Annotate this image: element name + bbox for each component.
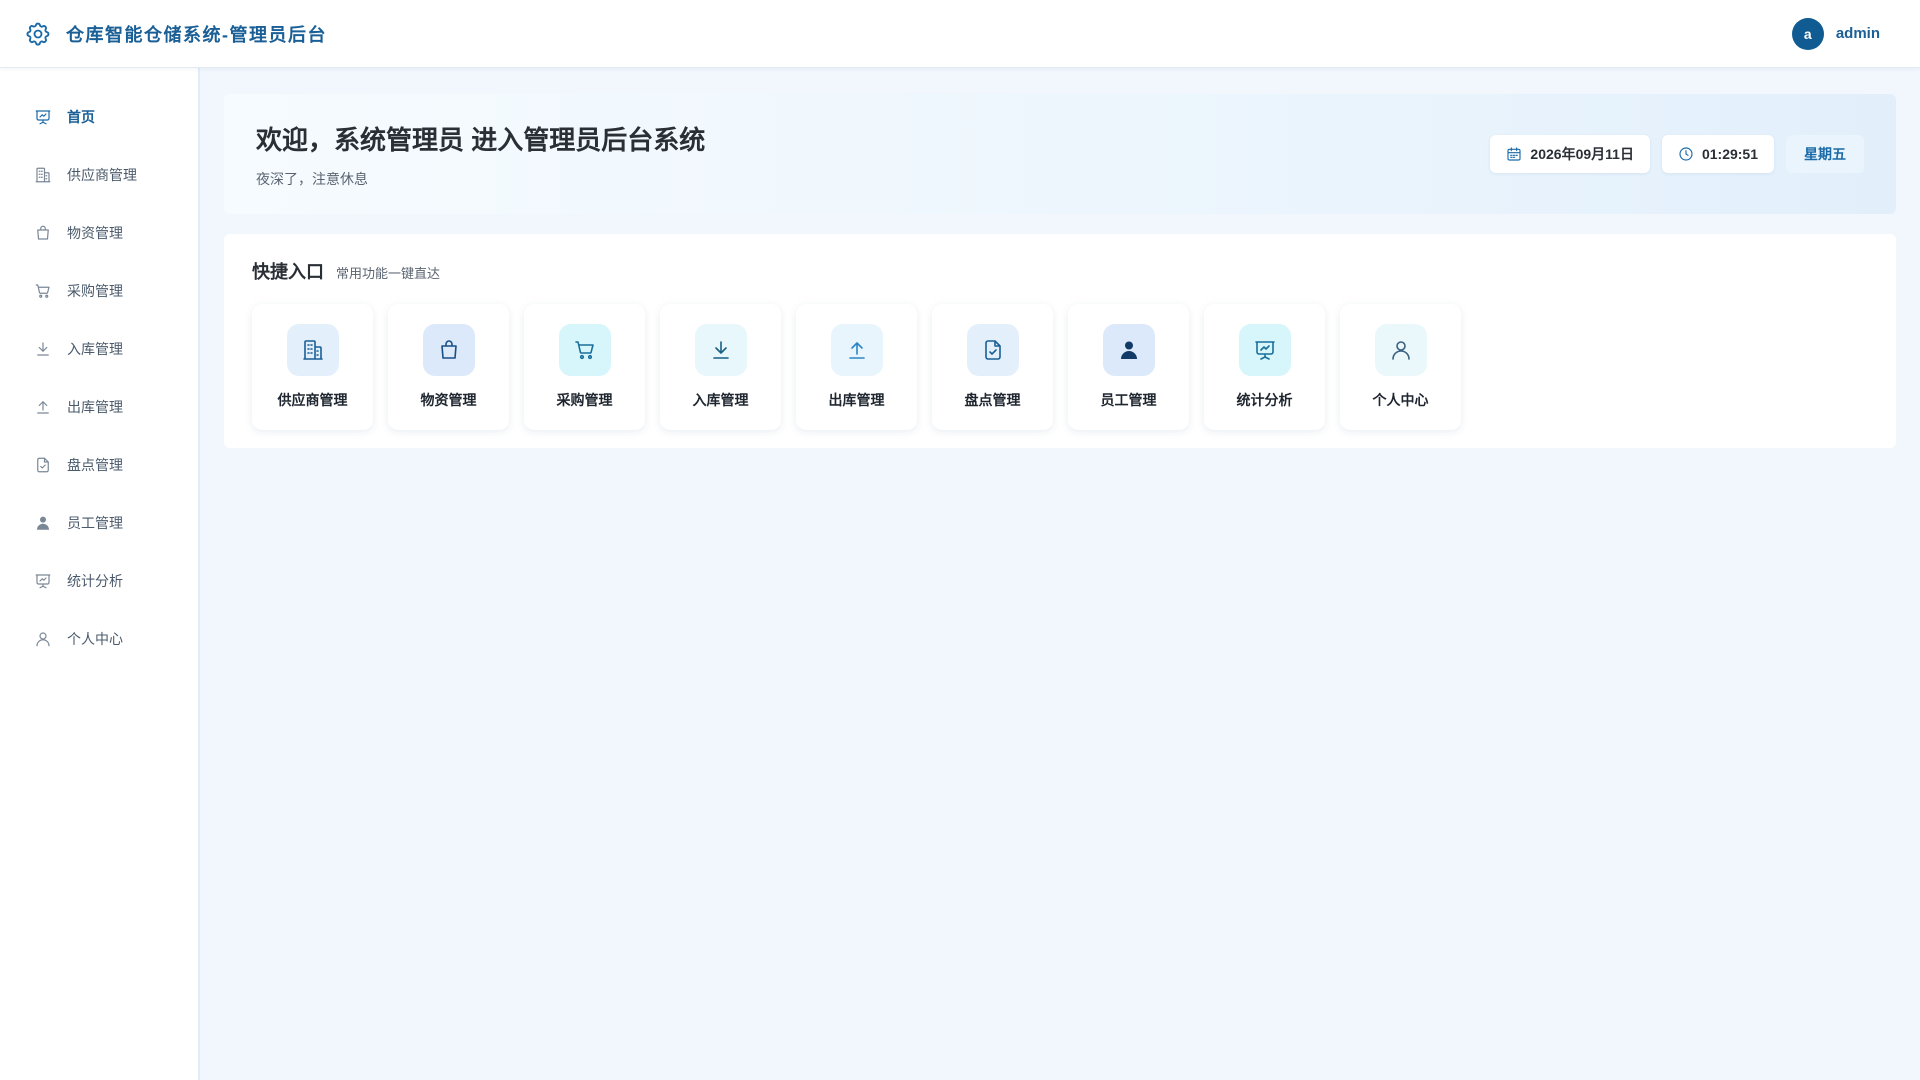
- sidebar: 首页 供应商管理 物资管理 采购管理 入库管理 出库管理 盘点管理 员工管理 统…: [0, 68, 200, 1080]
- quick-card-icon-box: [422, 324, 475, 376]
- cart-icon: [573, 338, 597, 362]
- date-chip: 2026年09月11日: [1490, 135, 1650, 173]
- quick-card-icon-box: [694, 324, 747, 376]
- top-header: 仓库智能仓储系统-管理员后台 a admin: [0, 0, 1920, 68]
- presentation-chart-icon: [34, 572, 52, 590]
- quick-card-label: 员工管理: [1100, 392, 1157, 408]
- upload-icon: [845, 338, 869, 362]
- sidebar-item-label: 出库管理: [67, 399, 123, 415]
- quick-card-suppliers[interactable]: 供应商管理: [252, 304, 373, 430]
- quick-card-stocktake[interactable]: 盘点管理: [932, 304, 1053, 430]
- sidebar-item-label: 供应商管理: [67, 167, 137, 183]
- sidebar-item-label: 采购管理: [67, 283, 123, 299]
- quick-card-outbound[interactable]: 出库管理: [796, 304, 917, 430]
- weekday-chip: 星期五: [1786, 135, 1864, 173]
- username[interactable]: admin: [1836, 25, 1880, 42]
- sidebar-item-label: 首页: [67, 109, 95, 125]
- user-outline-icon: [34, 630, 52, 648]
- download-icon: [34, 340, 52, 358]
- sidebar-item-label: 物资管理: [67, 225, 123, 241]
- gear-icon: [24, 20, 52, 48]
- quick-card-profile[interactable]: 个人中心: [1340, 304, 1461, 430]
- building-icon: [301, 338, 325, 362]
- sidebar-item-employees[interactable]: 员工管理: [0, 494, 198, 552]
- cart-icon: [34, 282, 52, 300]
- quick-card-icon-box: [1102, 324, 1155, 376]
- quick-card-icon-box: [286, 324, 339, 376]
- date-text: 2026年09月11日: [1530, 146, 1634, 162]
- sidebar-item-label: 统计分析: [67, 573, 123, 589]
- quick-card-icon-box: [1374, 324, 1427, 376]
- quick-card-label: 采购管理: [556, 392, 613, 408]
- quick-card-icon-box: [1238, 324, 1291, 376]
- document-check-icon: [34, 456, 52, 474]
- quick-card-inbound[interactable]: 入库管理: [660, 304, 781, 430]
- brand: 仓库智能仓储系统-管理员后台: [24, 20, 327, 48]
- welcome-banner: 欢迎，系统管理员 进入管理员后台系统 夜深了，注意休息 2026年09月11日 …: [224, 94, 1896, 214]
- building-icon: [34, 166, 52, 184]
- welcome-subtitle: 夜深了，注意休息: [256, 170, 368, 187]
- sidebar-item-home[interactable]: 首页: [0, 88, 198, 146]
- quick-access-cards: 供应商管理 物资管理 采购管理 入库管理 出库管理 盘点管理 员工管理 统计分析…: [252, 304, 1868, 430]
- clock-icon: [1678, 146, 1694, 162]
- quick-card-label: 个人中心: [1372, 392, 1429, 408]
- quick-card-icon-box: [830, 324, 883, 376]
- quick-card-icon-box: [966, 324, 1019, 376]
- quick-card-label: 统计分析: [1236, 392, 1293, 408]
- quick-card-label: 物资管理: [420, 392, 477, 408]
- user-solid-icon: [34, 514, 52, 532]
- time-chip: 01:29:51: [1661, 135, 1774, 173]
- presentation-chart-icon: [1253, 338, 1277, 362]
- user-outline-icon: [1389, 338, 1413, 362]
- shopping-bag-icon: [437, 338, 461, 362]
- main-content: 欢迎，系统管理员 进入管理员后台系统 夜深了，注意休息 2026年09月11日 …: [224, 94, 1896, 448]
- datetime-chips: 2026年09月11日 01:29:51 星期五: [1490, 135, 1864, 173]
- quick-access-subtitle: 常用功能一键直达: [336, 266, 441, 281]
- quick-card-purchasing[interactable]: 采购管理: [524, 304, 645, 430]
- app-title: 仓库智能仓储系统-管理员后台: [66, 24, 327, 45]
- user-menu[interactable]: a admin: [1791, 17, 1896, 50]
- quick-card-label: 盘点管理: [964, 392, 1021, 408]
- sidebar-item-outbound[interactable]: 出库管理: [0, 378, 198, 436]
- sidebar-item-suppliers[interactable]: 供应商管理: [0, 146, 198, 204]
- welcome-title: 欢迎，系统管理员 进入管理员后台系统: [256, 124, 706, 155]
- quick-card-statistics[interactable]: 统计分析: [1204, 304, 1325, 430]
- sidebar-item-label: 入库管理: [67, 341, 123, 357]
- presentation-chart-icon: [34, 108, 52, 126]
- calendar-icon: [1506, 146, 1522, 162]
- sidebar-item-profile[interactable]: 个人中心: [0, 610, 198, 668]
- weekday-text: 星期五: [1804, 146, 1846, 162]
- upload-icon: [34, 398, 52, 416]
- shopping-bag-icon: [34, 224, 52, 242]
- quick-card-materials[interactable]: 物资管理: [388, 304, 509, 430]
- quick-card-label: 供应商管理: [277, 392, 348, 408]
- quick-card-employees[interactable]: 员工管理: [1068, 304, 1189, 430]
- sidebar-item-purchasing[interactable]: 采购管理: [0, 262, 198, 320]
- welcome-text: 欢迎，系统管理员 进入管理员后台系统 夜深了，注意休息: [256, 120, 705, 189]
- quick-access-title: 快捷入口: [252, 262, 324, 282]
- quick-card-label: 出库管理: [828, 392, 885, 408]
- sidebar-item-inbound[interactable]: 入库管理: [0, 320, 198, 378]
- user-solid-icon: [1117, 338, 1141, 362]
- time-text: 01:29:51: [1701, 146, 1758, 162]
- sidebar-item-materials[interactable]: 物资管理: [0, 204, 198, 262]
- download-icon: [709, 338, 733, 362]
- quick-access-panel: 快捷入口 常用功能一键直达 供应商管理 物资管理 采购管理 入库管理 出库管理 …: [224, 234, 1896, 448]
- sidebar-item-label: 盘点管理: [67, 457, 123, 473]
- sidebar-item-label: 个人中心: [67, 631, 123, 647]
- quick-card-label: 入库管理: [692, 392, 749, 408]
- quick-access-header: 快捷入口 常用功能一键直达: [252, 258, 1868, 284]
- sidebar-item-stocktake[interactable]: 盘点管理: [0, 436, 198, 494]
- sidebar-item-label: 员工管理: [67, 515, 123, 531]
- avatar[interactable]: a: [1791, 17, 1824, 50]
- sidebar-item-statistics[interactable]: 统计分析: [0, 552, 198, 610]
- document-check-icon: [981, 338, 1005, 362]
- quick-card-icon-box: [558, 324, 611, 376]
